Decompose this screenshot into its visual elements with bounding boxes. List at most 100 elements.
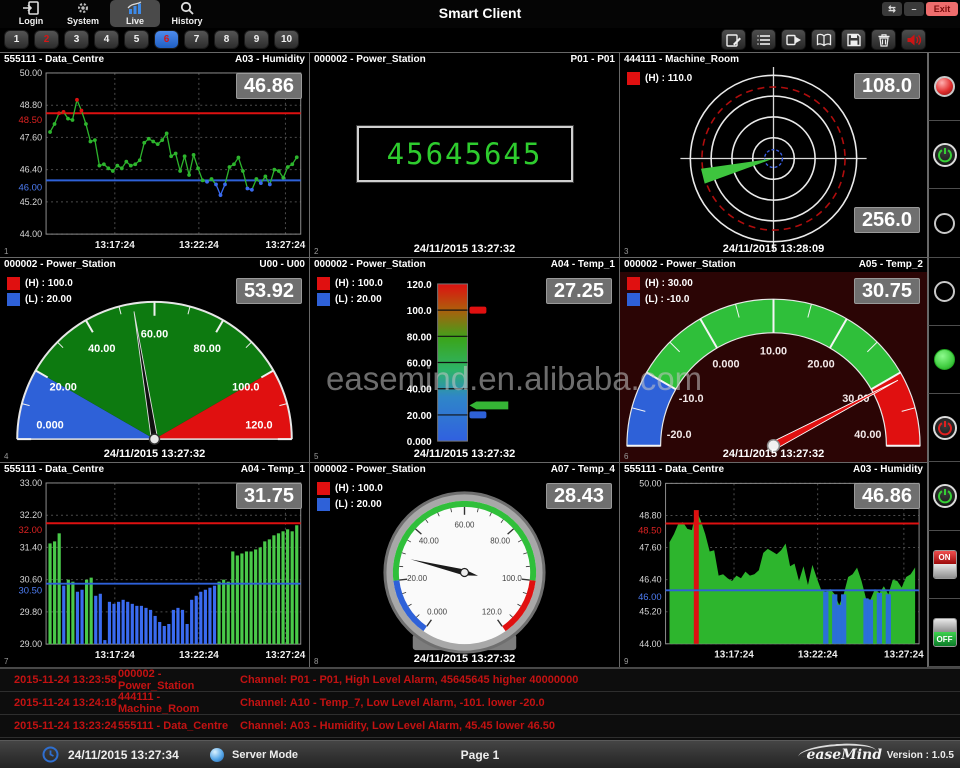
- svg-text:48.50: 48.50: [638, 524, 662, 535]
- svg-text:13:22:24: 13:22:24: [179, 240, 219, 251]
- page-tab-1[interactable]: 1: [4, 30, 29, 49]
- alarm-time: 2015-11-24 13:23:24: [0, 720, 118, 732]
- svg-text:45.20: 45.20: [639, 607, 661, 617]
- panel-7: 555111 - Data_CentreA04 - Temp_133.0032.…: [0, 463, 310, 668]
- svg-text:48.80: 48.80: [20, 100, 42, 110]
- alarm-row[interactable]: 2015-11-24 13:23:24555111 - Data_CentreC…: [0, 715, 960, 738]
- svg-text:29.00: 29.00: [20, 639, 42, 649]
- book-icon[interactable]: [811, 29, 836, 50]
- page-tab-5[interactable]: 5: [124, 30, 149, 49]
- alarm-message: Channel: P01 - P01, High Level Alarm, 45…: [240, 674, 960, 686]
- legend-swatch: [7, 277, 20, 290]
- alarm-row[interactable]: 2015-11-24 13:23:58000002 - Power_Statio…: [0, 669, 960, 692]
- legend-label: (H) : 30.00: [645, 278, 693, 289]
- legend-swatch: [627, 72, 640, 85]
- svg-text:13:17:24: 13:17:24: [95, 650, 135, 661]
- power-icon: [933, 416, 957, 440]
- svg-text:20.00: 20.00: [49, 381, 76, 393]
- svg-text:120.0: 120.0: [407, 280, 432, 291]
- panel-header: 555111 - Data_CentreA03 - Humidity: [620, 463, 927, 477]
- svg-text:40.00: 40.00: [407, 385, 432, 396]
- svg-text:60.00: 60.00: [407, 359, 432, 370]
- rail-button-9[interactable]: OFF: [928, 599, 960, 667]
- green-indicator-icon: [934, 213, 955, 234]
- svg-text:46.40: 46.40: [20, 165, 42, 175]
- panel-body: 33.0032.2031.4030.6029.8029.0013:17:2413…: [0, 477, 309, 667]
- legend: (H) : 30.00 (L) : -10.0: [627, 277, 693, 306]
- value-badge: 46.86: [854, 483, 920, 509]
- minimize-button[interactable]: –: [904, 2, 924, 16]
- digital-readout: 45645645: [357, 126, 573, 182]
- legend-item-low: (L) : 20.00: [317, 498, 383, 511]
- list-icon[interactable]: [751, 29, 776, 50]
- channel-label: P01 - P01: [571, 54, 615, 67]
- svg-text:13:22:24: 13:22:24: [179, 650, 219, 661]
- restore-icon[interactable]: ⇆: [882, 2, 902, 16]
- channel-label: A04 - Temp_1: [241, 464, 305, 477]
- rail-button-8[interactable]: ON: [928, 531, 960, 599]
- legend-label: (L) : -10.0: [645, 294, 689, 305]
- page-tab-6[interactable]: 6: [154, 30, 179, 49]
- panel-body: 50.0048.8047.6046.4045.2044.0013:17:2413…: [620, 477, 927, 667]
- panel-body: -20.0-10.00.00010.0020.0030.0040.00(H) :…: [620, 272, 927, 462]
- rail-button-1[interactable]: [928, 53, 960, 121]
- panel-header: 444111 - Machine_Room: [620, 53, 927, 67]
- legend: (H) : 100.0 (L) : 20.00: [317, 482, 383, 511]
- legend-item-high: (H) : 100.0: [317, 482, 383, 495]
- svg-text:80.00: 80.00: [194, 343, 221, 355]
- svg-text:48.80: 48.80: [639, 510, 661, 520]
- save-icon[interactable]: [841, 29, 866, 50]
- page-tab-9[interactable]: 9: [244, 30, 269, 49]
- svg-text:0.000: 0.000: [427, 608, 447, 617]
- panel-number: 9: [624, 657, 628, 666]
- svg-text:47.60: 47.60: [639, 543, 661, 553]
- panel-3: 444111 - Machine_Room(H) : 110.0108.0256…: [620, 53, 928, 258]
- page-tab-7[interactable]: 7: [184, 30, 209, 49]
- page-tab-4[interactable]: 4: [94, 30, 119, 49]
- alarm-row[interactable]: 2015-11-24 13:24:18444111 - Machine_Room…: [0, 692, 960, 715]
- panel-header: 555111 - Data_CentreA03 - Humidity: [0, 53, 309, 67]
- rail-button-6[interactable]: [928, 394, 960, 462]
- panel-number: 7: [4, 657, 8, 666]
- svg-text:60.00: 60.00: [141, 329, 168, 341]
- trash-icon[interactable]: [871, 29, 896, 50]
- page-tab-row: 123456789 10: [0, 28, 960, 52]
- svg-text:31.40: 31.40: [20, 542, 42, 552]
- rail-button-4[interactable]: [928, 258, 960, 326]
- channel-label: A05 - Temp_2: [859, 259, 923, 272]
- panel-header: 000002 - Power_StationP01 - P01: [310, 53, 619, 67]
- control-rail: ON OFF: [928, 52, 960, 667]
- run-icon[interactable]: [781, 29, 806, 50]
- page-tab-8[interactable]: 8: [214, 30, 239, 49]
- legend-label: (H) : 100.0: [25, 278, 73, 289]
- rail-button-3[interactable]: [928, 189, 960, 257]
- legend-item-high: (H) : 110.0: [627, 72, 692, 85]
- svg-text:13:27:24: 13:27:24: [884, 650, 924, 661]
- rail-button-2[interactable]: [928, 121, 960, 189]
- edit-icon[interactable]: [721, 29, 746, 50]
- page-tab-10[interactable]: 10: [274, 30, 299, 49]
- exit-button[interactable]: Exit: [926, 2, 958, 16]
- page-tab-3[interactable]: 3: [64, 30, 89, 49]
- svg-text:40.00: 40.00: [854, 429, 881, 441]
- panel-number: 2: [314, 247, 318, 256]
- legend-swatch: [627, 293, 640, 306]
- toolbar: [721, 29, 926, 50]
- svg-text:13:27:24: 13:27:24: [266, 240, 306, 251]
- panel-number: 1: [4, 247, 8, 256]
- switch-on-icon: ON: [933, 550, 957, 579]
- legend-swatch: [317, 277, 330, 290]
- device-label: 444111 - Machine_Room: [624, 54, 739, 67]
- rail-button-5[interactable]: [928, 326, 960, 394]
- channel-label: A04 - Temp_1: [551, 259, 615, 272]
- speaker-icon[interactable]: [901, 29, 926, 50]
- device-label: 555111 - Data_Centre: [4, 464, 104, 477]
- alarm-device: 555111 - Data_Centre: [118, 720, 240, 732]
- rail-button-7[interactable]: [928, 462, 960, 530]
- svg-text:30.50: 30.50: [18, 586, 42, 597]
- legend-label: (L) : 20.00: [335, 499, 382, 510]
- panel-5: 000002 - Power_StationA04 - Temp_10.0002…: [310, 258, 620, 463]
- channel-label: A03 - Humidity: [235, 54, 305, 67]
- page-tab-2[interactable]: 2: [34, 30, 59, 49]
- legend-item-low: (L) : 20.00: [7, 293, 73, 306]
